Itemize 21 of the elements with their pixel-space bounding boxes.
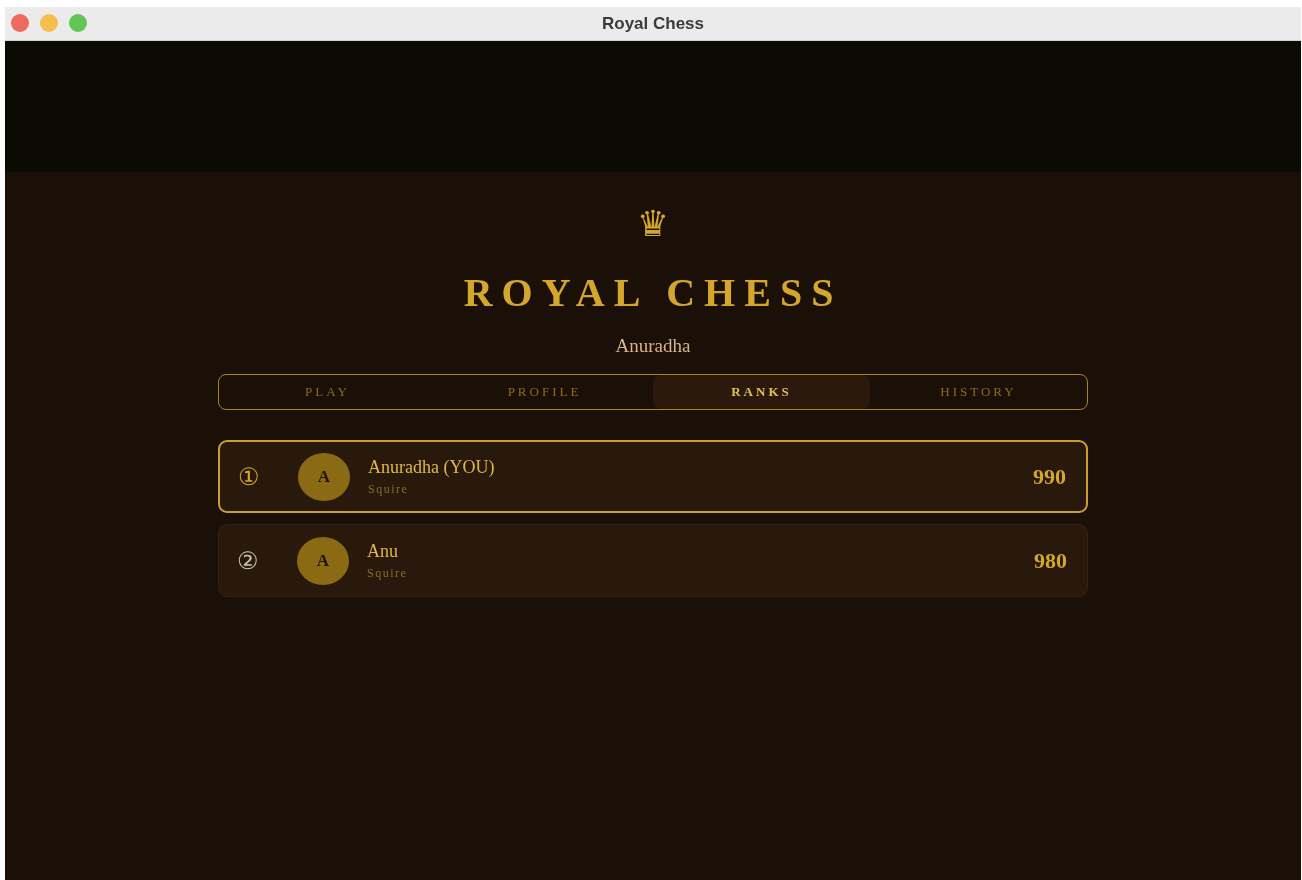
player-name: Anuradha <box>615 334 691 358</box>
app-title: ROYAL CHESS <box>463 269 843 317</box>
player-name: Anu <box>367 540 399 562</box>
player-title: Squire <box>368 481 410 497</box>
crown-icon: ♛ <box>636 204 670 244</box>
tab[interactable]: PROFILE <box>436 375 653 409</box>
window-title: Royal Chess <box>601 13 704 34</box>
minimize-button[interactable] <box>40 14 58 32</box>
rating: 980 <box>1034 547 1067 574</box>
avatar: A <box>298 452 350 501</box>
tab[interactable]: RANKS <box>653 375 870 409</box>
tab[interactable]: HISTORY <box>870 375 1087 409</box>
rank-number: ① <box>238 462 261 491</box>
player-title: Squire <box>367 565 409 581</box>
avatar: A <box>297 536 349 585</box>
rank-number: ② <box>237 546 260 575</box>
maximize-button[interactable] <box>69 14 87 32</box>
tab[interactable]: PLAY <box>219 375 436 409</box>
rating: 990 <box>1033 463 1066 490</box>
player-name: Anuradha (YOU) <box>368 456 496 478</box>
close-button[interactable] <box>11 14 29 32</box>
